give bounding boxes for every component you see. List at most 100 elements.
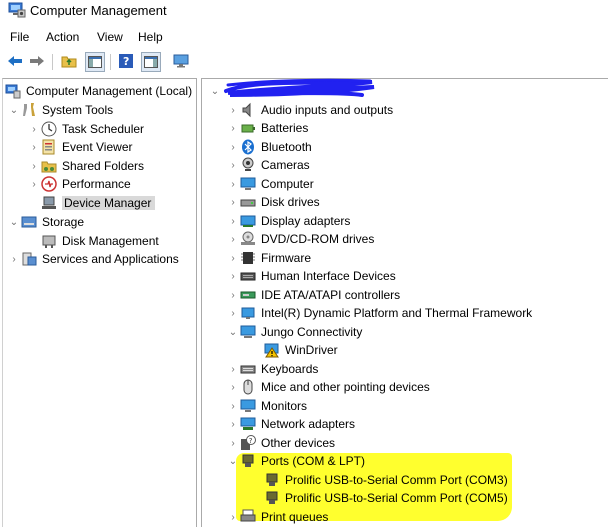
device-category-print-queues[interactable]: › Print queues <box>226 508 328 526</box>
device-category-disk-drives[interactable]: › Disk drives <box>226 193 319 211</box>
device-label: Other devices <box>261 436 336 450</box>
tree-label: Shared Folders <box>62 159 145 173</box>
chevron-right-icon[interactable]: › <box>226 138 240 156</box>
tree-item-task-scheduler[interactable]: › Task Scheduler <box>27 120 144 138</box>
tree-label: Performance <box>62 177 131 191</box>
device-category-bluetooth[interactable]: › Bluetooth <box>226 138 312 156</box>
tree-item-event-viewer[interactable]: › Event Viewer <box>27 138 132 156</box>
device-category-dvd[interactable]: › DVD/CD-ROM drives <box>226 230 374 248</box>
tree-item-performance[interactable]: › Performance <box>27 175 131 193</box>
warning-device-icon <box>264 343 279 358</box>
device-label: Computer <box>261 177 314 191</box>
help-icon[interactable]: ? <box>117 52 135 70</box>
chevron-right-icon[interactable]: › <box>226 286 240 304</box>
device-tree-root[interactable]: ⌄ <box>208 82 222 100</box>
tree-item-device-manager[interactable]: Device Manager <box>41 194 156 212</box>
mouse-icon <box>243 379 253 395</box>
chevron-right-icon[interactable]: › <box>27 138 41 156</box>
network-adapter-icon <box>240 417 256 430</box>
device-label: Keyboards <box>261 362 319 376</box>
firmware-icon <box>241 252 255 264</box>
device-label: Cameras <box>261 158 310 172</box>
device-category-other[interactable]: › ? Other devices <box>226 434 335 452</box>
keyboard-icon <box>240 365 256 374</box>
device-category-batteries[interactable]: › Batteries <box>226 119 308 137</box>
chevron-right-icon[interactable]: › <box>226 360 240 378</box>
device-com3[interactable]: Prolific USB-to-Serial Comm Port (COM3) <box>264 471 508 489</box>
device-category-jungo[interactable]: ⌄ Jungo Connectivity <box>226 323 363 341</box>
menu-action[interactable]: Action <box>46 30 79 44</box>
device-category-hid[interactable]: › Human Interface Devices <box>226 267 395 285</box>
computer-management-icon <box>8 2 26 18</box>
device-category-firmware[interactable]: › Firmware <box>226 249 311 267</box>
event-viewer-icon <box>42 139 55 155</box>
chevron-right-icon[interactable]: › <box>27 157 41 175</box>
device-category-computer[interactable]: › Computer <box>226 175 314 193</box>
chevron-down-icon[interactable]: ⌄ <box>7 213 21 231</box>
device-category-mice[interactable]: › Mice and other pointing devices <box>226 378 430 396</box>
device-category-ide[interactable]: › IDE ATA/ATAPI controllers <box>226 286 400 304</box>
device-com5[interactable]: Prolific USB-to-Serial Comm Port (COM5) <box>264 489 508 507</box>
device-label: Prolific USB-to-Serial Comm Port (COM5) <box>285 491 508 505</box>
chevron-right-icon[interactable]: › <box>226 249 240 267</box>
intel-platform-icon <box>241 307 255 319</box>
forward-arrow-icon[interactable] <box>28 52 46 70</box>
device-category-cameras[interactable]: › Cameras <box>226 156 310 174</box>
title-bar: Computer Management <box>0 0 608 22</box>
menu-help[interactable]: Help <box>138 30 163 44</box>
tree-item-system-tools[interactable]: ⌄ System Tools <box>7 101 113 119</box>
chevron-down-icon[interactable]: ⌄ <box>226 452 240 470</box>
tree-item-root[interactable]: Computer Management (Local) <box>5 82 192 100</box>
show-hide-tree-icon[interactable] <box>85 52 105 72</box>
tree-item-storage[interactable]: ⌄ Storage <box>7 213 84 231</box>
chevron-right-icon[interactable]: › <box>226 175 240 193</box>
chevron-right-icon[interactable]: › <box>226 397 240 415</box>
tree-item-shared-folders[interactable]: › Shared Folders <box>27 157 144 175</box>
monitor-icon[interactable] <box>172 52 190 70</box>
device-label: Monitors <box>261 399 308 413</box>
device-category-intel[interactable]: › Intel(R) Dynamic Platform and Thermal … <box>226 304 532 322</box>
menu-view[interactable]: View <box>97 30 123 44</box>
chevron-down-icon[interactable]: ⌄ <box>226 323 240 341</box>
chevron-right-icon[interactable]: › <box>226 304 240 322</box>
chevron-right-icon[interactable]: › <box>226 378 240 396</box>
chevron-right-icon[interactable]: › <box>226 230 240 248</box>
chevron-right-icon[interactable]: › <box>226 193 240 211</box>
chevron-down-icon[interactable]: ⌄ <box>7 101 21 119</box>
chevron-right-icon[interactable]: › <box>226 119 240 137</box>
chevron-right-icon[interactable]: › <box>226 267 240 285</box>
device-category-audio[interactable]: › Audio inputs and outputs <box>226 101 393 119</box>
clock-icon <box>41 121 57 137</box>
chevron-down-icon[interactable]: ⌄ <box>208 82 222 100</box>
device-category-network[interactable]: › Network adapters <box>226 415 355 433</box>
chevron-right-icon[interactable]: › <box>226 101 240 119</box>
chevron-right-icon[interactable]: › <box>27 120 41 138</box>
chevron-right-icon[interactable]: › <box>27 175 41 193</box>
port-icon <box>266 473 278 486</box>
unknown-device-icon: ? <box>241 435 256 450</box>
device-windriver[interactable]: WinDriver <box>264 341 338 359</box>
chevron-right-icon[interactable]: › <box>226 212 240 230</box>
navigation-pane: Computer Management (Local) ⌄ System Too… <box>2 78 197 527</box>
back-arrow-icon[interactable] <box>6 52 24 70</box>
chevron-right-icon[interactable]: › <box>226 434 240 452</box>
storage-icon <box>21 216 37 228</box>
up-folder-icon[interactable] <box>60 52 78 70</box>
chevron-right-icon[interactable]: › <box>226 156 240 174</box>
device-label: Firmware <box>261 251 311 265</box>
device-label: Display adapters <box>261 214 351 228</box>
device-label: Mice and other pointing devices <box>261 380 430 394</box>
computer-management-icon <box>5 84 21 99</box>
port-icon <box>266 491 278 504</box>
device-category-monitors[interactable]: › Monitors <box>226 397 307 415</box>
properties-icon[interactable] <box>141 52 161 72</box>
chevron-right-icon[interactable]: › <box>7 250 21 268</box>
tree-item-services-apps[interactable]: › Services and Applications <box>7 250 178 268</box>
chevron-right-icon[interactable]: › <box>226 508 240 526</box>
menu-file[interactable]: File <box>10 30 29 44</box>
tree-item-disk-management[interactable]: Disk Management <box>41 232 159 250</box>
device-category-display[interactable]: › Display adapters <box>226 212 350 230</box>
device-category-keyboards[interactable]: › Keyboards <box>226 360 318 378</box>
device-category-ports[interactable]: ⌄ Ports (COM & LPT) <box>226 452 365 470</box>
chevron-right-icon[interactable]: › <box>226 415 240 433</box>
